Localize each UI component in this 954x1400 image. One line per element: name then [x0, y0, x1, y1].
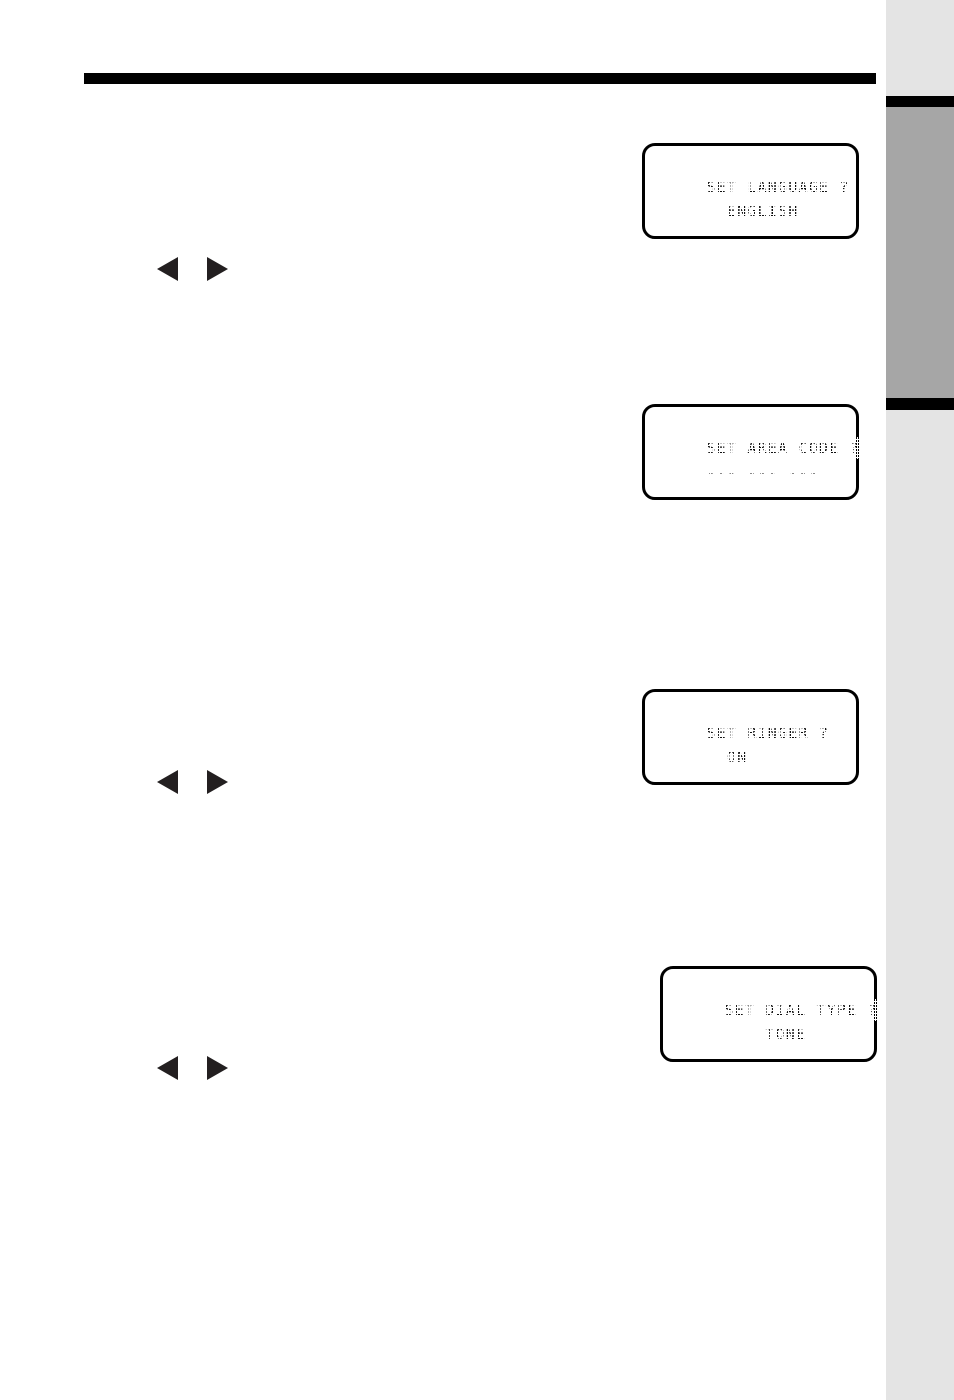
- manual-page: SET LANGUAGE ? ENGLISH SET AREA CODE ? -…: [0, 0, 954, 1400]
- arrow-pair-ringer: [157, 770, 228, 796]
- edge-tab-bottom-rule: [886, 398, 954, 410]
- lcd-display-set-ringer: SET RINGER ? ON: [642, 689, 859, 785]
- lcd-line-2: ENGLISH: [645, 184, 856, 238]
- arrow-left-icon: [157, 770, 178, 794]
- lcd-display-set-language: SET LANGUAGE ? ENGLISH: [642, 143, 859, 239]
- arrow-left-icon: [157, 1056, 178, 1080]
- arrow-right-icon: [207, 1056, 228, 1080]
- lcd-line-2: ON: [645, 730, 856, 784]
- page-heading-rule: [84, 73, 876, 84]
- arrow-left-icon: [157, 257, 178, 281]
- lcd-line-2: TONE: [663, 1007, 874, 1061]
- arrow-right-icon: [207, 257, 228, 281]
- section-tab-marker: [886, 107, 954, 398]
- arrow-pair-language: [157, 257, 228, 283]
- edge-tab-top-rule: [886, 96, 954, 107]
- lcd-display-set-area-code: SET AREA CODE ? --- --- ---: [642, 404, 862, 500]
- arrow-pair-dial-type: [157, 1056, 228, 1082]
- lcd-line-2: --- --- ---: [645, 445, 856, 499]
- arrow-right-icon: [207, 770, 228, 794]
- lcd-display-set-dial-type: SET DIAL TYPE ? TONE: [660, 966, 880, 1062]
